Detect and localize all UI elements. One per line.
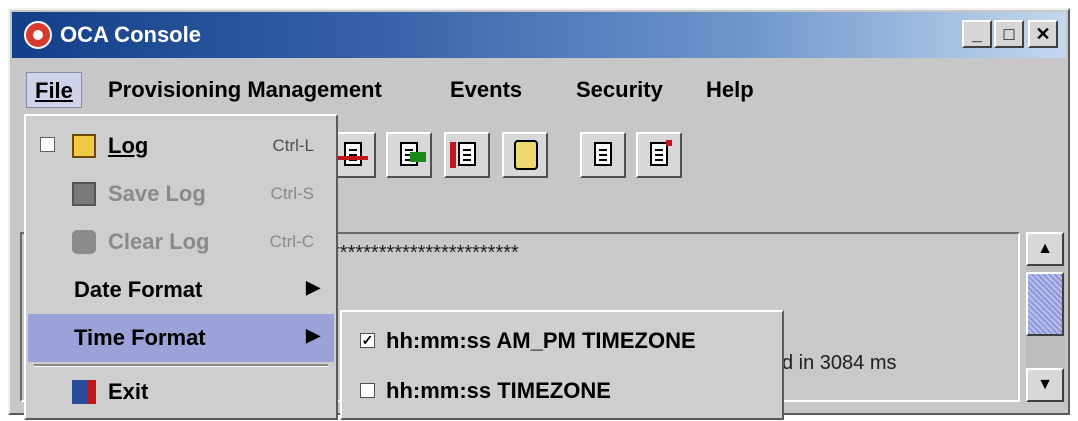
menu-item-time-format[interactable]: Time Format ▶ bbox=[28, 314, 334, 362]
toolbar-red-doc-button[interactable] bbox=[636, 132, 682, 178]
menu-item-save-log[interactable]: Save Log Ctrl-S bbox=[28, 170, 334, 218]
clear-can-icon bbox=[72, 230, 96, 254]
menu-separator bbox=[34, 364, 328, 367]
menu-item-date-format-label: Date Format bbox=[74, 277, 203, 302]
red-flag-icon bbox=[450, 142, 456, 168]
time-format-submenu: ✓ hh:mm:ss AM_PM TIMEZONE hh:mm:ss TIMEZ… bbox=[340, 310, 784, 420]
swap-arrow-icon bbox=[336, 156, 368, 160]
exit-door-icon bbox=[72, 380, 96, 404]
menu-bar: File Provisioning Management Events Secu… bbox=[12, 66, 1066, 114]
menu-item-clear-log-shortcut: Ctrl-C bbox=[269, 232, 314, 251]
submenu-arrow-icon: ▶ bbox=[306, 325, 320, 345]
close-button[interactable]: ✕ bbox=[1028, 20, 1058, 48]
time-format-option-24h[interactable]: hh:mm:ss TIMEZONE bbox=[344, 366, 780, 416]
menu-item-save-log-label: Save Log bbox=[108, 181, 206, 206]
menu-item-save-log-shortcut: Ctrl-S bbox=[270, 184, 314, 203]
minimize-button[interactable]: _ bbox=[962, 20, 992, 48]
submenu-arrow-icon: ▶ bbox=[306, 277, 320, 297]
toolbar-doc-button[interactable] bbox=[580, 132, 626, 178]
log-line-timing: d in 3084 ms bbox=[782, 352, 897, 374]
scroll-icon bbox=[514, 140, 538, 170]
toolbar-scroll-button[interactable] bbox=[502, 132, 548, 178]
document-icon bbox=[458, 142, 476, 166]
menu-file[interactable]: File bbox=[26, 72, 82, 108]
toolbar-flag-doc-button[interactable] bbox=[444, 132, 490, 178]
menu-item-log[interactable]: Log Ctrl-L bbox=[28, 122, 334, 170]
file-menu-dropdown: Log Ctrl-L Save Log Ctrl-S Clear Log Ctr… bbox=[24, 114, 338, 420]
menu-item-clear-log-label: Clear Log bbox=[108, 229, 210, 254]
log-checkbox[interactable] bbox=[40, 137, 55, 152]
scroll-thumb[interactable] bbox=[1026, 272, 1064, 336]
scroll-up-button[interactable]: ▲ bbox=[1026, 232, 1064, 266]
scroll-down-button[interactable]: ▼ bbox=[1026, 368, 1064, 402]
unchecked-checkbox-icon[interactable] bbox=[360, 383, 375, 398]
menu-provisioning-management[interactable]: Provisioning Management bbox=[100, 72, 390, 108]
document-icon bbox=[594, 142, 612, 166]
oca-console-icon bbox=[24, 21, 52, 49]
window-title: OCA Console bbox=[60, 22, 201, 47]
menu-item-log-shortcut: Ctrl-L bbox=[272, 136, 314, 155]
menu-events[interactable]: Events bbox=[442, 72, 530, 108]
toolbar-export-button[interactable] bbox=[386, 132, 432, 178]
menu-item-log-label: Log bbox=[108, 133, 149, 158]
time-format-option-24h-label: hh:mm:ss TIMEZONE bbox=[386, 378, 611, 403]
folder-open-icon bbox=[72, 134, 96, 158]
menu-item-exit-label: Exit bbox=[108, 379, 149, 404]
save-disk-icon bbox=[72, 182, 96, 206]
menu-item-exit[interactable]: Exit bbox=[28, 368, 334, 416]
time-format-option-am-pm-label: hh:mm:ss AM_PM TIMEZONE bbox=[386, 328, 696, 353]
log-line-stars: ************************ bbox=[332, 242, 519, 264]
document-red-icon bbox=[650, 140, 672, 166]
menu-item-clear-log[interactable]: Clear Log Ctrl-C bbox=[28, 218, 334, 266]
document-icon bbox=[344, 142, 362, 166]
menu-help[interactable]: Help bbox=[698, 72, 762, 108]
menu-security[interactable]: Security bbox=[568, 72, 671, 108]
menu-item-time-format-label: Time Format bbox=[74, 325, 206, 350]
title-bar[interactable]: OCA Console _ □ ✕ bbox=[12, 12, 1066, 58]
checked-checkbox-icon[interactable]: ✓ bbox=[360, 333, 375, 348]
green-arrow-icon bbox=[410, 152, 426, 162]
time-format-option-am-pm[interactable]: ✓ hh:mm:ss AM_PM TIMEZONE bbox=[344, 316, 780, 366]
log-scrollbar[interactable]: ▲ ▼ bbox=[1026, 232, 1066, 402]
maximize-button[interactable]: □ bbox=[994, 20, 1024, 48]
menu-item-date-format[interactable]: Date Format ▶ bbox=[28, 266, 334, 314]
